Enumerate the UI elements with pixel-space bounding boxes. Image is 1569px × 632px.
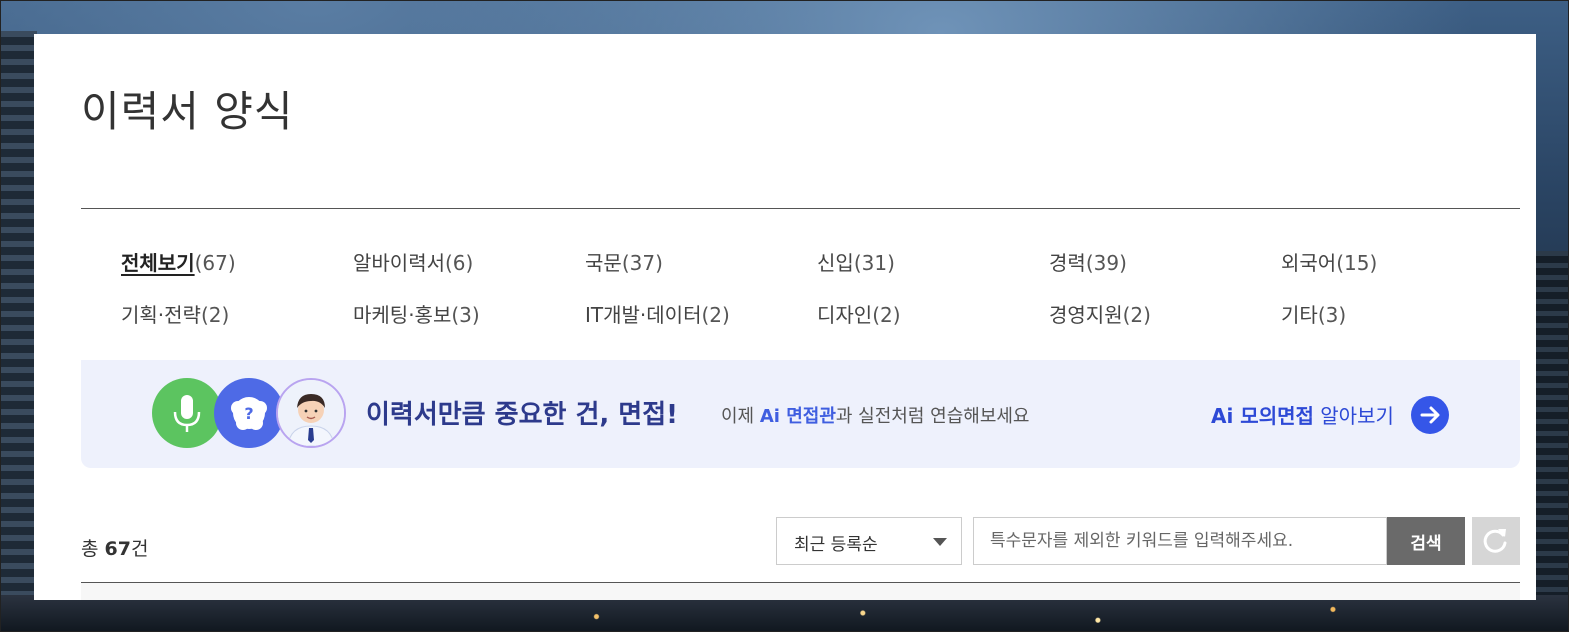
category-item[interactable]: 경력(39) (1049, 247, 1281, 276)
search-input[interactable] (973, 517, 1387, 565)
banner-subtext: 이제 Ai 면접관과 실전처럼 연습해보세요 (721, 406, 1030, 427)
sort-dropdown[interactable]: 최근 등록순 (776, 517, 962, 565)
category-item[interactable]: 전체보기(67) (121, 247, 353, 276)
category-grid: 전체보기(67) 알바이력서(6) 국문(37) 신입(31) 경력(39) 외… (121, 247, 1461, 328)
reset-button[interactable] (1472, 517, 1520, 565)
category-item[interactable]: 국문(37) (585, 247, 817, 276)
building-left (1, 31, 37, 631)
interviewer-avatar (276, 378, 346, 448)
sort-selected-value: 최근 등록순 (794, 535, 878, 555)
ai-interview-banner[interactable]: ? 이력서만큼 중요한 건, 면접! 이제 Ai 면접관과 실전처럼 연습해보세… (81, 360, 1520, 468)
city-lights (1, 595, 1568, 631)
category-item[interactable]: IT개발·데이터(2) (585, 299, 817, 328)
arrow-right-icon[interactable] (1411, 396, 1449, 434)
category-item[interactable]: 외국어(15) (1281, 247, 1461, 276)
question-bubble-icon: ? (214, 378, 284, 448)
microphone-icon (152, 378, 222, 448)
search-button[interactable]: 검색 (1387, 517, 1465, 565)
caret-down-icon (933, 538, 947, 546)
svg-text:?: ? (244, 404, 253, 423)
category-item[interactable]: 신입(31) (817, 247, 1049, 276)
list-area (81, 583, 1520, 600)
category-item[interactable]: 기획·전략(2) (121, 299, 353, 328)
refresh-icon (1483, 529, 1507, 553)
page-title: 이력서 양식 (81, 87, 294, 136)
category-item[interactable]: 알바이력서(6) (353, 247, 585, 276)
building-right (1532, 251, 1568, 631)
total-count: 총 67건 (81, 538, 149, 560)
category-item[interactable]: 마케팅·홍보(3) (353, 299, 585, 328)
category-item[interactable]: 기타(3) (1281, 299, 1461, 328)
ai-mock-interview-link[interactable]: Ai 모의면접 알아보기 (1211, 400, 1394, 429)
content-panel: 이력서 양식 전체보기(67) 알바이력서(6) 국문(37) 신입(31) 경… (34, 34, 1536, 600)
category-item[interactable]: 경영지원(2) (1049, 299, 1281, 328)
banner-headline: 이력서만큼 중요한 건, 면접! (366, 400, 679, 430)
category-filter: 전체보기(67) 알바이력서(6) 국문(37) 신입(31) 경력(39) 외… (81, 208, 1520, 360)
category-item[interactable]: 디자인(2) (817, 299, 1049, 328)
